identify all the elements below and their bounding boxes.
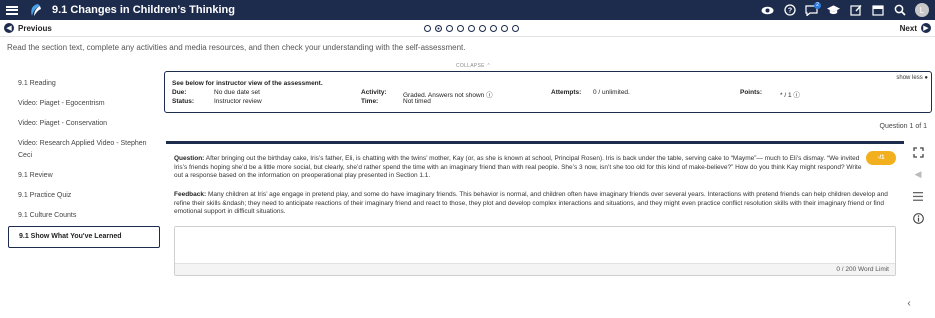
due-value: No due date set xyxy=(214,89,260,96)
attempts-label: Attempts: xyxy=(551,89,582,96)
points-info-icon[interactable]: ⓘ xyxy=(793,92,800,99)
page-dot[interactable] xyxy=(435,25,442,32)
instructor-assessment-box: See below for instructor view of the ass… xyxy=(164,71,932,113)
page-dots xyxy=(424,25,519,32)
search-icon[interactable] xyxy=(893,4,906,17)
due-label: Due: xyxy=(172,89,187,96)
next-button[interactable]: Next ▶ xyxy=(900,23,931,33)
info-circle-icon[interactable] xyxy=(912,212,924,224)
page-dot[interactable] xyxy=(446,25,453,32)
avatar[interactable]: L xyxy=(915,3,929,17)
chat-badge: 2 xyxy=(814,1,821,9)
points-value: * / 1 xyxy=(780,92,792,99)
arrow-right-icon: ▶ xyxy=(921,23,931,33)
page-dot[interactable] xyxy=(468,25,475,32)
time-label: Time: xyxy=(361,98,379,105)
sidebar-item[interactable]: 9.1 Practice Quiz xyxy=(8,186,160,206)
sidebar-item[interactable]: Video: Research Applied Video - Stephen … xyxy=(8,134,160,166)
expand-icon[interactable] xyxy=(912,146,924,158)
help-icon[interactable]: ? xyxy=(783,4,796,17)
sidebar: 9.1 Reading Video: Piaget - Egocentrism Vi… xyxy=(8,74,160,248)
sidebar-item[interactable]: 9.1 Review xyxy=(8,166,160,186)
edit-icon[interactable] xyxy=(849,4,862,17)
show-less-button[interactable]: show less ● xyxy=(896,75,928,81)
collapse-label: COLLAPSE xyxy=(456,63,485,69)
page-dot[interactable] xyxy=(424,25,431,32)
arrow-left-icon: ◀ xyxy=(4,23,14,33)
graduation-cap-icon[interactable] xyxy=(827,4,840,17)
info-icon[interactable]: ⓘ xyxy=(486,92,493,99)
feedback-body: Many children at Iris’ age engage in pre… xyxy=(174,191,888,215)
chevron-left-icon[interactable]: ‹ xyxy=(898,292,920,314)
page-dot[interactable] xyxy=(501,25,508,32)
previous-label: Previous xyxy=(18,23,52,33)
sidebar-item[interactable]: 9.1 Reading xyxy=(8,74,160,94)
question-label: Question: xyxy=(174,155,205,162)
sidebar-item[interactable]: 9.1 Culture Counts xyxy=(8,206,160,226)
attempts-value: 0 / unlimited. xyxy=(593,89,630,96)
top-bar: 9.1 Changes in Children’s Thinking ? 2 L xyxy=(0,0,935,20)
instructions-text: Read the section text, complete any acti… xyxy=(7,43,466,52)
previous-button[interactable]: ◀ Previous xyxy=(4,23,52,33)
navigation-row: ◀ Previous Next ▶ xyxy=(0,21,935,37)
page-dot[interactable] xyxy=(512,25,519,32)
next-label: Next xyxy=(899,23,917,33)
answer-input[interactable] xyxy=(175,227,895,264)
circle-minus-icon: ● xyxy=(924,75,928,81)
show-less-label: show less xyxy=(896,75,923,81)
sidebar-item[interactable]: Video: Piaget - Egocentrism xyxy=(8,94,160,114)
chat-icon[interactable]: 2 xyxy=(805,1,821,17)
question-card: Question: After bringing out the birthda… xyxy=(166,141,904,277)
points-pill: -/1 xyxy=(866,151,896,165)
time-value: Not timed xyxy=(403,98,431,105)
eye-icon[interactable] xyxy=(761,4,774,17)
feedback-label: Feedback: xyxy=(174,191,207,198)
activity-label: Activity: xyxy=(361,89,387,96)
page-dot[interactable] xyxy=(479,25,486,32)
calendar-icon[interactable] xyxy=(871,4,884,17)
page-title: 9.1 Changes in Children’s Thinking xyxy=(52,4,235,16)
list-icon[interactable] xyxy=(912,190,924,202)
collapse-left-icon[interactable]: ◀ xyxy=(912,168,924,180)
question-text: Question: After bringing out the birthda… xyxy=(174,155,864,181)
chevron-up-icon: ⌃ xyxy=(486,63,492,69)
answer-box: 0 / 200 Word Limit xyxy=(174,226,896,276)
page-dot[interactable] xyxy=(490,25,497,32)
svg-text:?: ? xyxy=(787,8,791,15)
collapse-button[interactable]: COLLAPSE ⌃ xyxy=(456,63,491,69)
logo-icon[interactable] xyxy=(28,3,42,17)
page-dot[interactable] xyxy=(457,25,464,32)
question-count: Question 1 of 1 xyxy=(879,123,927,130)
sidebar-item[interactable]: 9.1 Show What You've Learned xyxy=(8,226,160,248)
feedback-text: Feedback: Many children at Iris’ age eng… xyxy=(174,191,894,217)
assessment-heading: See below for instructor view of the ass… xyxy=(172,80,323,87)
word-count: 0 / 200 Word Limit xyxy=(175,263,895,275)
question-body: After bringing out the birthday cake, Ir… xyxy=(174,155,862,179)
status-label: Status: xyxy=(172,98,195,105)
points-label: Points: xyxy=(740,89,763,96)
right-rail: ◀ xyxy=(909,146,927,224)
status-value: Instructor review xyxy=(214,98,262,105)
sidebar-item[interactable]: Video: Piaget - Conservation xyxy=(8,114,160,134)
menu-icon[interactable] xyxy=(6,5,18,15)
